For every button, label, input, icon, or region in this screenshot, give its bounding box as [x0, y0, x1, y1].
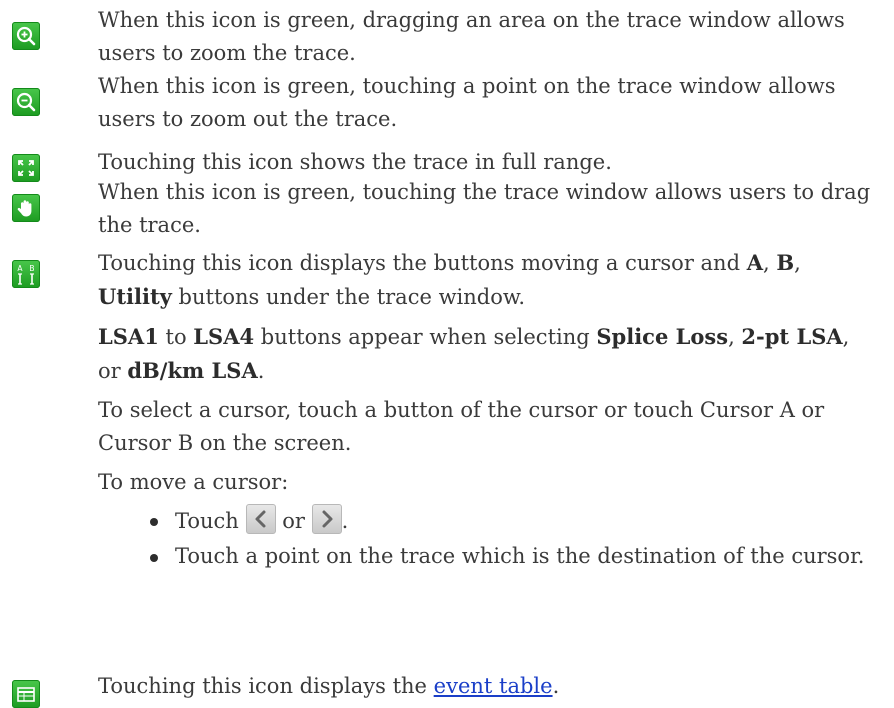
zoom-in-icon	[12, 22, 40, 50]
hand-drag-icon	[12, 194, 40, 222]
full-range-description: Touching this icon shows the trace in fu…	[98, 150, 612, 174]
full-range-icon	[12, 154, 40, 182]
cursor-right-button[interactable]	[311, 504, 342, 534]
event-table-description: Touching this icon displays the event ta…	[98, 674, 560, 698]
event-table-link[interactable]: event table	[434, 674, 553, 698]
lsa-buttons-note: LSA1 to LSA4 buttons appear when selecti…	[98, 324, 850, 383]
cursor-buttons-description: Touching this icon displays the buttons …	[98, 250, 801, 309]
zoom-out-description: When this icon is green, touching a poin…	[98, 74, 836, 131]
select-cursor-note: To select a cursor, touch a button of th…	[98, 398, 825, 455]
zoom-out-icon	[12, 88, 40, 116]
list-item: Touch or .	[150, 504, 880, 538]
move-cursor-steps: Touch or . Touch a point on the trace wh…	[150, 504, 880, 573]
hand-drag-description: When this icon is green, touching the tr…	[98, 180, 871, 237]
list-item: Touch a point on the trace which is the …	[150, 540, 880, 573]
move-cursor-heading: To move a cursor:	[98, 470, 289, 494]
zoom-in-description: When this icon is green, dragging an are…	[98, 8, 845, 65]
cursor-left-button[interactable]	[245, 504, 276, 534]
event-table-icon	[12, 680, 40, 708]
cursor-ab-icon: A B	[12, 260, 40, 288]
svg-text:B: B	[29, 264, 34, 273]
svg-text:A: A	[17, 264, 23, 273]
